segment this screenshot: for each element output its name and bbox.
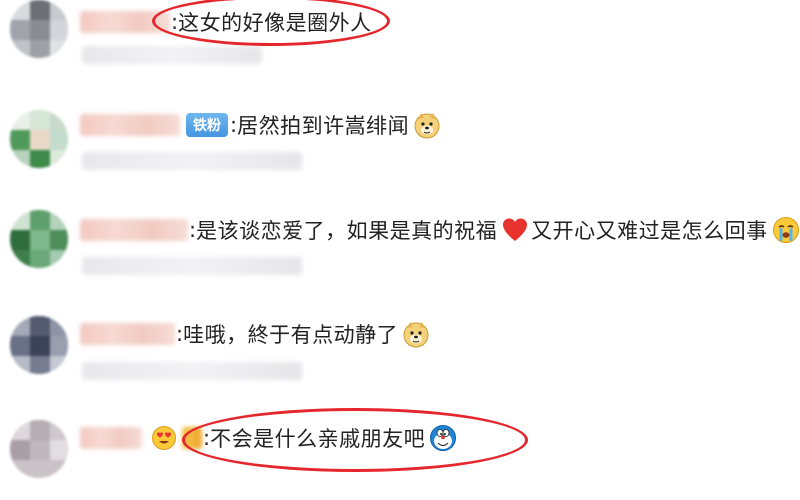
comment-text: 哇哦，終于有点动静了 [183,323,399,347]
username[interactable] [80,219,188,241]
comment-item: : 这女的好像是圈外人 [0,0,800,100]
separator: : [189,218,197,242]
username[interactable] [80,323,175,345]
heart-eyes-emoji-icon [150,424,178,452]
comment-item: 铁粉 : 居然拍到许嵩绯闻 [0,100,800,200]
avatar[interactable] [10,210,68,268]
comment-meta [82,152,302,170]
doge-emoji-icon [413,111,441,139]
fan-badge: 铁粉 [186,113,228,137]
highlight-circle [182,408,528,472]
avatar[interactable] [10,0,68,58]
comment-text: 是该谈恋爱了，如果是真的祝福 [196,219,498,243]
comment-meta [82,362,302,380]
separator: : [230,113,238,137]
comment-text-continued: 又开心又难过是怎么回事 [531,219,768,243]
comment-item: : 哇哦，終于有点动静了 [0,300,800,400]
avatar[interactable] [10,420,68,478]
comment-item: : 是该谈恋爱了，如果是真的祝福 又开心又难过是怎么回事 [0,200,800,300]
highlight-circle [152,0,390,46]
comment-meta [82,46,262,64]
heart-emoji-icon [501,216,529,244]
crying-emoji-icon [772,216,800,244]
doge-emoji-icon [402,320,430,348]
comment-text: 居然拍到许嵩绯闻 [237,114,410,138]
username[interactable] [80,427,142,449]
username[interactable] [80,114,180,136]
comment-meta [82,257,302,275]
avatar[interactable] [10,316,68,374]
separator: : [176,322,184,346]
comment-item: : 不会是什么亲戚朋友吧 [0,400,800,500]
avatar[interactable] [10,110,68,168]
